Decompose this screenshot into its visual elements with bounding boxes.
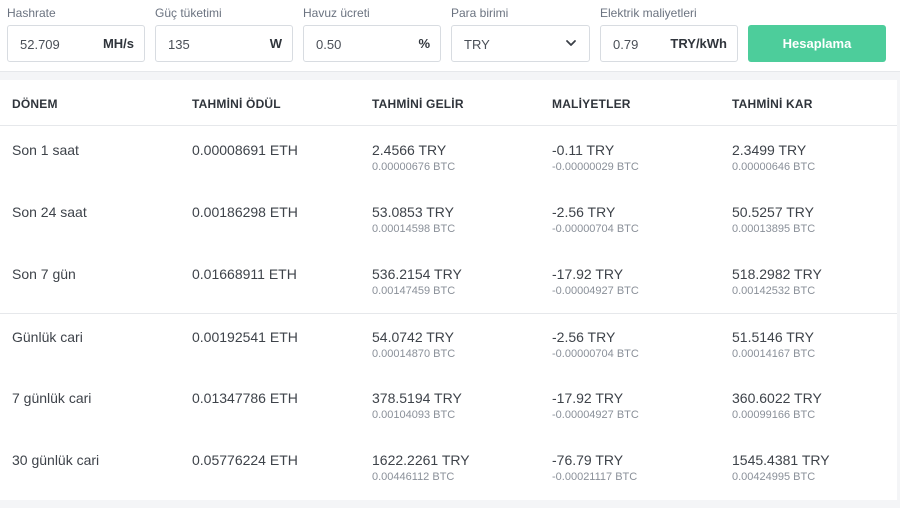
header-revenue: TAHMİNİ GELİR (372, 97, 464, 111)
header-profit: TAHMİNİ KAR (732, 97, 813, 111)
pool-fee-unit: % (418, 36, 430, 51)
power-label: Güç tüketimi (155, 6, 222, 20)
cost-btc-cell: -0.00000704 BTC (552, 223, 639, 235)
electricity-label: Elektrik maliyetleri (600, 6, 697, 20)
period-cell: 7 günlük cari (12, 390, 92, 406)
results-table: DÖNEM TAHMİNİ ÖDÜL TAHMİNİ GELİR MALİYET… (0, 80, 897, 500)
revenue-btc-cell: 0.00014598 BTC (372, 223, 456, 235)
revenue-cell: 378.5194 TRY (372, 390, 462, 406)
profit-btc-cell: 0.00014167 BTC (732, 348, 816, 360)
header-costs: MALİYETLER (552, 97, 631, 111)
profit-cell: 50.5257 TRY (732, 204, 814, 220)
cost-cell: -2.56 TRY (552, 204, 616, 220)
table-row: 30 günlük cari 0.05776224 ETH 1622.2261 … (0, 437, 897, 499)
reward-cell: 0.05776224 ETH (192, 452, 298, 468)
period-cell: 30 günlük cari (12, 452, 100, 468)
calculate-button[interactable]: Hesaplama (748, 25, 886, 62)
table-row: Son 7 gün 0.01668911 ETH 536.2154 TRY 0.… (0, 251, 897, 313)
reward-cell: 0.00186298 ETH (192, 204, 298, 220)
currency-select[interactable]: TRY (451, 25, 590, 62)
revenue-btc-cell: 0.00446112 BTC (372, 471, 455, 483)
electricity-unit: TRY/kWh (670, 36, 727, 51)
hashrate-unit: MH/s (102, 36, 134, 51)
cost-btc-cell: -0.00021117 BTC (552, 471, 638, 483)
hashrate-value: 52.709 (20, 37, 60, 52)
period-cell: Son 1 saat (12, 142, 79, 158)
currency-value: TRY (464, 37, 490, 52)
profit-btc-cell: 0.00000646 BTC (732, 161, 816, 173)
hashrate-label: Hashrate (7, 6, 56, 20)
revenue-cell: 2.4566 TRY (372, 142, 447, 158)
electricity-value: 0.79 (613, 37, 639, 52)
reward-cell: 0.00008691 ETH (192, 142, 298, 158)
hashrate-input[interactable]: 52.709 MH/s (7, 25, 145, 62)
cost-cell: -2.56 TRY (552, 329, 616, 345)
table-row: Son 24 saat 0.00186298 ETH 53.0853 TRY 0… (0, 189, 897, 251)
revenue-btc-cell: 0.00014870 BTC (372, 348, 456, 360)
revenue-cell: 53.0853 TRY (372, 204, 454, 220)
profit-btc-cell: 0.00013895 BTC (732, 223, 816, 235)
power-input[interactable]: 135 W (155, 25, 293, 62)
profit-cell: 2.3499 TRY (732, 142, 807, 158)
period-cell: Son 7 gün (12, 266, 76, 282)
profit-btc-cell: 0.00142532 BTC (732, 285, 816, 297)
chevron-down-icon (566, 40, 576, 46)
reward-cell: 0.01668911 ETH (192, 266, 297, 282)
revenue-cell: 54.0742 TRY (372, 329, 454, 345)
table-row: Son 1 saat 0.00008691 ETH 2.4566 TRY 0.0… (0, 127, 897, 189)
calculator-input-bar: Hashrate 52.709 MH/s Güç tüketimi 135 W … (0, 0, 900, 72)
cost-cell: -76.79 TRY (552, 452, 624, 468)
profit-btc-cell: 0.00099166 BTC (732, 409, 816, 421)
pool-fee-label: Havuz ücreti (303, 6, 370, 20)
profit-cell: 518.2982 TRY (732, 266, 822, 282)
revenue-btc-cell: 0.00147459 BTC (372, 285, 456, 297)
period-cell: Son 24 saat (12, 204, 87, 220)
revenue-btc-cell: 0.00104093 BTC (372, 409, 456, 421)
cost-cell: -17.92 TRY (552, 266, 624, 282)
currency-label: Para birimi (451, 6, 509, 20)
cost-btc-cell: -0.00000029 BTC (552, 161, 639, 173)
pool-fee-value: 0.50 (316, 37, 342, 52)
cost-btc-cell: -0.00004927 BTC (552, 409, 639, 421)
table-row: Günlük cari 0.00192541 ETH 54.0742 TRY 0… (0, 313, 897, 375)
revenue-btc-cell: 0.00000676 BTC (372, 161, 456, 173)
profit-cell: 360.6022 TRY (732, 390, 822, 406)
power-unit: W (269, 36, 282, 51)
profit-cell: 51.5146 TRY (732, 329, 814, 345)
header-reward: TAHMİNİ ÖDÜL (192, 97, 281, 111)
period-cell: Günlük cari (12, 329, 83, 345)
power-value: 135 (168, 37, 190, 52)
header-period: DÖNEM (12, 97, 58, 111)
revenue-cell: 536.2154 TRY (372, 266, 462, 282)
reward-cell: 0.01347786 ETH (192, 390, 298, 406)
reward-cell: 0.00192541 ETH (192, 329, 298, 345)
table-row: 7 günlük cari 0.01347786 ETH 378.5194 TR… (0, 375, 897, 437)
cost-cell: -17.92 TRY (552, 390, 624, 406)
cost-cell: -0.11 TRY (552, 142, 615, 158)
revenue-cell: 1622.2261 TRY (372, 452, 470, 468)
cost-btc-cell: -0.00004927 BTC (552, 285, 639, 297)
profit-btc-cell: 0.00424995 BTC (732, 471, 816, 483)
electricity-input[interactable]: 0.79 TRY/kWh (600, 25, 738, 62)
table-header: DÖNEM TAHMİNİ ÖDÜL TAHMİNİ GELİR MALİYET… (0, 80, 897, 126)
pool-fee-input[interactable]: 0.50 % (303, 25, 441, 62)
cost-btc-cell: -0.00000704 BTC (552, 348, 639, 360)
profit-cell: 1545.4381 TRY (732, 452, 830, 468)
